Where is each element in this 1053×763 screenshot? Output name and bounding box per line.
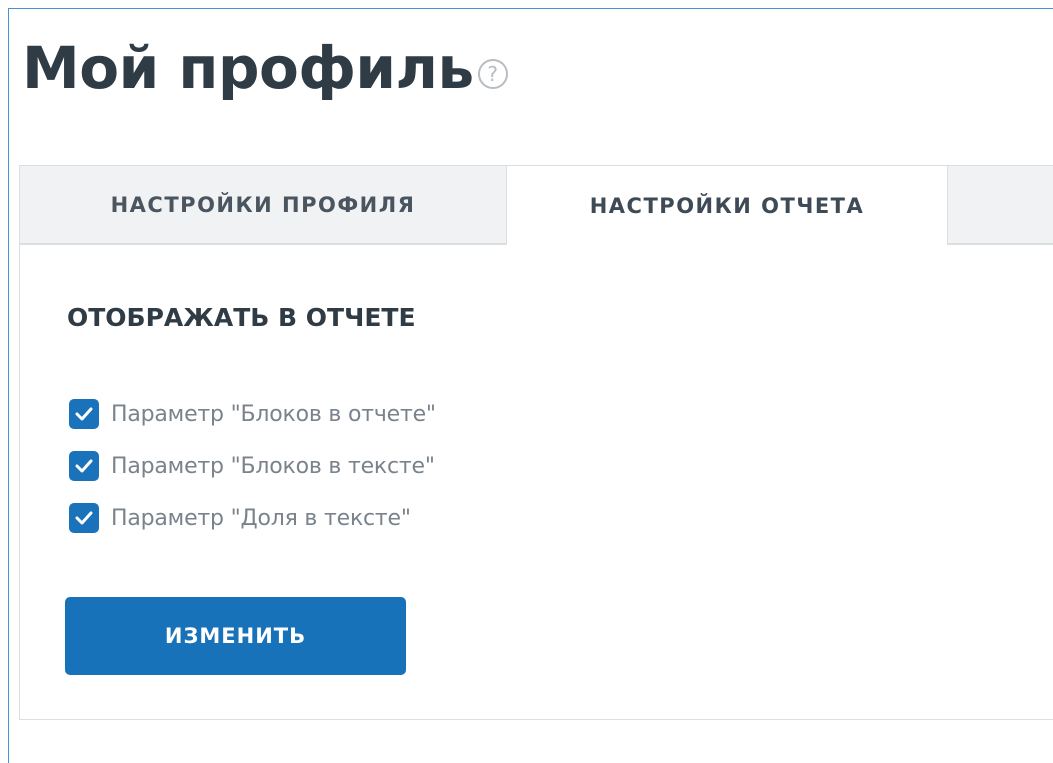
options-list: Параметр "Блоков в отчете" Параметр "Бло… xyxy=(69,399,436,556)
tab-profile-settings[interactable]: НАСТРОЙКИ ПРОФИЛЯ xyxy=(20,166,506,244)
option-blocks-in-text[interactable]: Параметр "Блоков в тексте" xyxy=(69,451,436,481)
option-blocks-in-report[interactable]: Параметр "Блоков в отчете" xyxy=(69,399,436,429)
report-settings-panel: ОТОБРАЖАТЬ В ОТЧЕТЕ Параметр "Блоков в о… xyxy=(19,245,1053,720)
page-header: Мой профиль ? xyxy=(22,30,508,106)
option-label: Параметр "Доля в тексте" xyxy=(111,505,411,531)
question-circle-icon[interactable]: ? xyxy=(477,59,508,89)
checkbox-checked-icon[interactable] xyxy=(69,503,99,533)
tab-report-settings[interactable]: НАСТРОЙКИ ОТЧЕТА xyxy=(506,166,948,246)
option-label: Параметр "Блоков в тексте" xyxy=(111,453,435,479)
checkbox-checked-icon[interactable] xyxy=(69,451,99,481)
option-share-in-text[interactable]: Параметр "Доля в тексте" xyxy=(69,503,436,533)
section-title: ОТОБРАЖАТЬ В ОТЧЕТЕ xyxy=(67,303,416,332)
option-label: Параметр "Блоков в отчете" xyxy=(111,401,436,427)
tab-bar: НАСТРОЙКИ ПРОФИЛЯ НАСТРОЙКИ ОТЧЕТА xyxy=(19,165,1053,246)
change-button[interactable]: ИЗМЕНИТЬ xyxy=(65,597,406,675)
checkbox-checked-icon[interactable] xyxy=(69,399,99,429)
page-title: Мой профиль xyxy=(22,34,474,102)
